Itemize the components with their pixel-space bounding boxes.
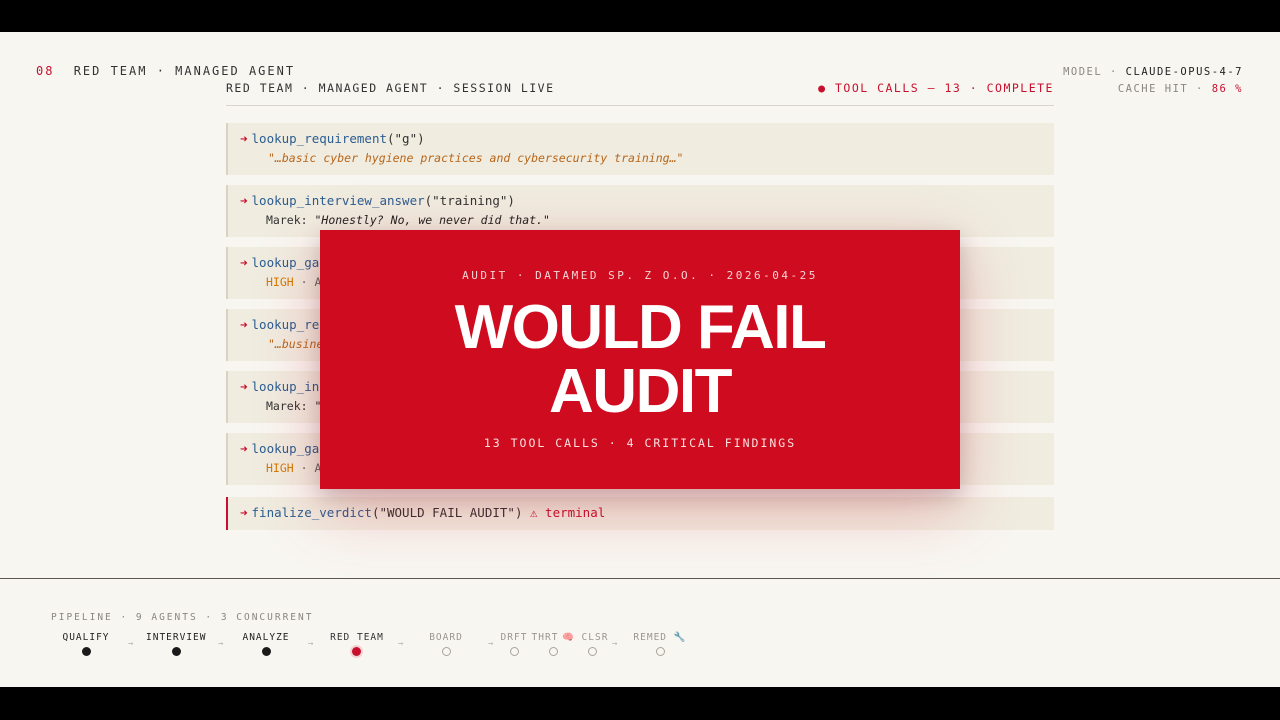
- connector-arrow-icon: →: [488, 639, 494, 649]
- verdict-summary: 13 TOOL CALLS · 4 CRITICAL FINDINGS: [483, 436, 797, 450]
- severity-badge: HIGH: [266, 461, 294, 475]
- verdict-title-line1: WOULD FAIL: [454, 293, 827, 362]
- arrow-right-icon: ➜: [240, 505, 248, 520]
- stage-status-dot-active: [352, 647, 361, 656]
- pipeline-label: PIPELINE · 9 AGENTS · 3 CONCURRENT: [51, 612, 314, 623]
- stage-status-dot: [549, 647, 558, 656]
- stage-red-team[interactable]: RED TEAM: [328, 632, 386, 643]
- stage-analyze[interactable]: ANALYZE: [242, 632, 290, 643]
- connector-arrow-icon: →: [612, 639, 618, 649]
- cache-label: CACHE HIT ·: [1117, 83, 1204, 95]
- verdict-subtitle: AUDIT · DATAMED SP. Z O.O. · 2026-04-25: [462, 269, 818, 282]
- arrow-right-icon: ➜: [240, 193, 248, 208]
- severity-badge: HIGH: [266, 275, 294, 289]
- stage-board[interactable]: BOARD: [428, 632, 464, 643]
- stage-thrt[interactable]: THRT: [530, 632, 560, 643]
- arrow-right-icon: ➜: [240, 131, 248, 146]
- gap-description: · A: [300, 461, 322, 475]
- tool-fn-name: lookup_gap: [251, 255, 327, 270]
- connector-arrow-icon: →: [218, 639, 224, 649]
- stage-drft[interactable]: DRFT: [500, 632, 528, 643]
- connector-arrow-icon: →: [398, 639, 404, 649]
- tool-fn-name: lookup_gap: [251, 441, 327, 456]
- model-label: MODEL ·: [1063, 66, 1118, 78]
- model-info: MODEL · CLAUDE-OPUS-4-7 CACHE HIT · 86 %: [1063, 64, 1243, 98]
- model-value: CLAUDE-OPUS-4-7: [1125, 66, 1243, 78]
- session-title: RED TEAM · MANAGED AGENT · SESSION LIVE: [226, 81, 555, 95]
- cache-value: 86 %: [1211, 83, 1243, 95]
- tool-args: ("WOULD FAIL AUDIT"): [371, 505, 523, 520]
- tool-call-card: ➜ lookup_requirement("g") "…basic cyber h…: [226, 123, 1054, 175]
- section-number: 08: [36, 64, 55, 78]
- tool-fn-name: lookup_int: [251, 379, 327, 394]
- verdict-title: WOULD FAIL AUDIT: [320, 296, 960, 424]
- gap-description: · A: [300, 275, 322, 289]
- stage-status-dot: [442, 647, 451, 656]
- tool-args: ("training"): [424, 193, 515, 208]
- terminal-tag: ⚠ terminal: [530, 505, 606, 520]
- stage-status-dot: [510, 647, 519, 656]
- session-bar: RED TEAM · MANAGED AGENT · SESSION LIVE …: [226, 81, 1054, 106]
- interview-quote: "Honestly? No, we never did that.": [314, 213, 550, 227]
- stage-clsr[interactable]: 🧠 CLSR: [562, 632, 608, 643]
- stage-interview[interactable]: INTERVIEW: [146, 632, 206, 643]
- session-status: ● TOOL CALLS — 13 · COMPLETE: [818, 81, 1054, 95]
- tool-fn-name: lookup_req: [251, 317, 327, 332]
- section-header: 08 RED TEAM · MANAGED AGENT: [36, 64, 295, 78]
- stage-qualify[interactable]: QUALIFY: [62, 632, 110, 643]
- presentation-screen: 08 RED TEAM · MANAGED AGENT MODEL · CLAU…: [0, 32, 1280, 687]
- speaker-name: Marek:: [266, 213, 308, 227]
- tool-fn-name: finalize_verdict: [251, 505, 372, 520]
- tool-args: ("g"): [387, 131, 425, 146]
- arrow-right-icon: ➜: [240, 317, 248, 332]
- stage-remed[interactable]: REMED 🔧: [632, 632, 688, 643]
- speaker-name: Marek:: [266, 399, 308, 413]
- tool-call-card-terminal: ➜ finalize_verdict("WOULD FAIL AUDIT") ⚠ …: [226, 497, 1054, 530]
- arrow-right-icon: ➜: [240, 379, 248, 394]
- section-title: RED TEAM · MANAGED AGENT: [73, 64, 296, 78]
- stage-status-dot: [172, 647, 181, 656]
- tool-fn-name: lookup_interview_answer: [251, 193, 425, 208]
- stage-status-dot: [262, 647, 271, 656]
- tool-fn-name: lookup_requirement: [251, 131, 387, 146]
- arrow-right-icon: ➜: [240, 255, 248, 270]
- stage-status-dot: [656, 647, 665, 656]
- verdict-overlay: AUDIT · DATAMED SP. Z O.O. · 2026-04-25 …: [320, 230, 960, 489]
- pipeline-footer: PIPELINE · 9 AGENTS · 3 CONCURRENT QUALI…: [0, 578, 1280, 687]
- connector-arrow-icon: →: [308, 639, 314, 649]
- stage-status-dot: [82, 647, 91, 656]
- connector-arrow-icon: →: [128, 639, 134, 649]
- arrow-right-icon: ➜: [240, 441, 248, 456]
- verdict-title-line2: AUDIT: [549, 357, 732, 426]
- requirement-quote: "…basic cyber hygiene practices and cybe…: [268, 151, 684, 165]
- stage-status-dot: [588, 647, 597, 656]
